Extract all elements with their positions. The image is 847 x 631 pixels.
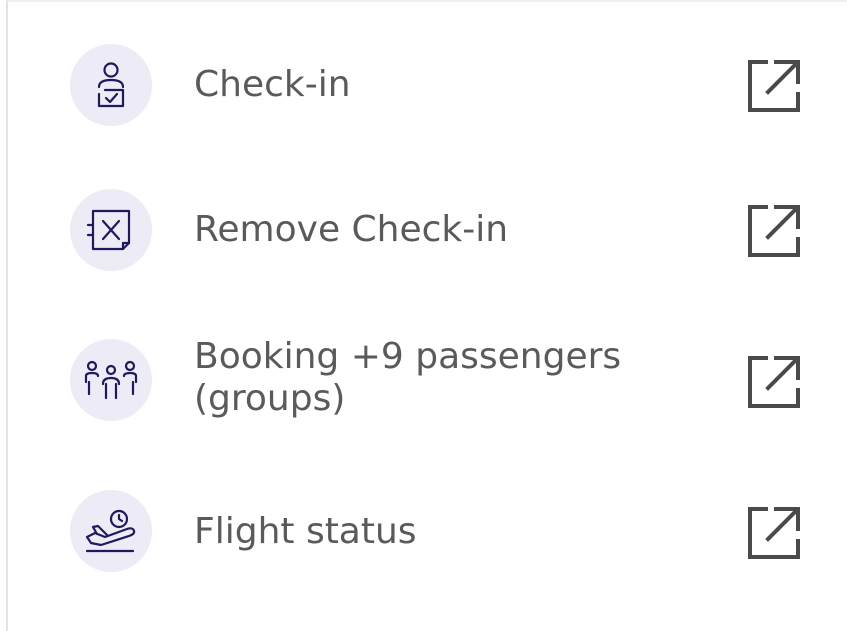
external-link-icon[interactable] xyxy=(746,203,802,259)
menu-item-remove-check-in[interactable]: Remove Check-in xyxy=(8,175,847,285)
menu-item-label: Check-in xyxy=(194,64,351,105)
menu-item-label: Flight status xyxy=(194,511,417,552)
menu-item-flight-status[interactable]: Flight status xyxy=(8,475,847,585)
boarding-pass-x-icon xyxy=(70,189,152,271)
menu-item-check-in[interactable]: Check-in xyxy=(8,30,847,140)
menu-item-label: Booking +9 passengers (groups) xyxy=(194,336,622,419)
quick-links-panel: Check-in Remove Check-in Booking +9 pass… xyxy=(6,0,847,631)
menu-item-label: Remove Check-in xyxy=(194,209,509,250)
external-link-icon[interactable] xyxy=(746,505,802,561)
external-link-icon[interactable] xyxy=(746,354,802,410)
external-link-icon[interactable] xyxy=(746,58,802,114)
menu-item-group-booking[interactable]: Booking +9 passengers (groups) xyxy=(8,324,847,434)
person-check-icon xyxy=(70,44,152,126)
plane-clock-icon xyxy=(70,490,152,572)
group-people-icon xyxy=(70,339,152,421)
